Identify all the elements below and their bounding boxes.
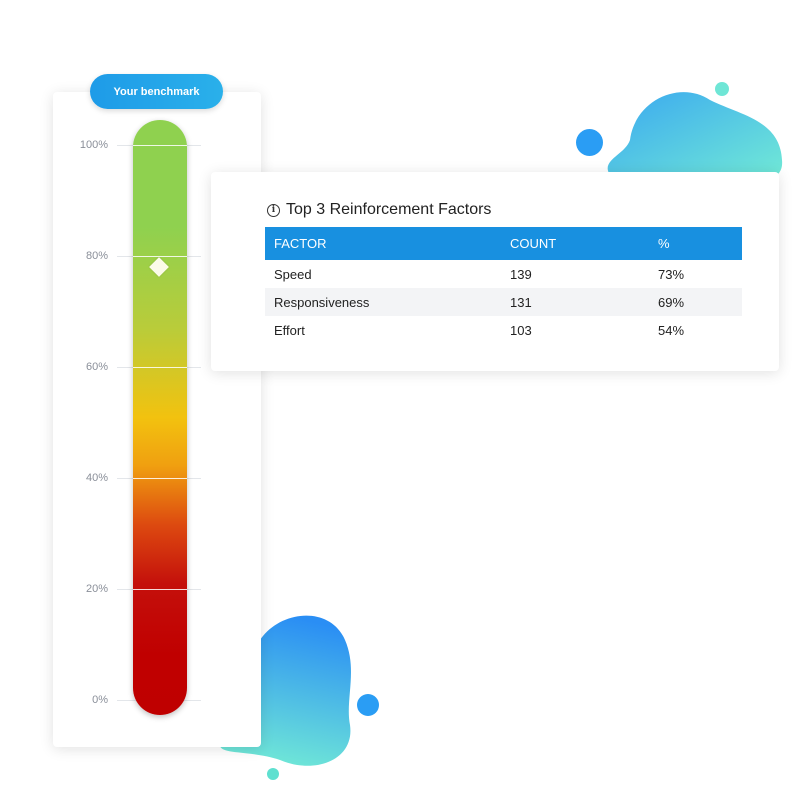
table-header-row: FACTOR COUNT % [265,227,742,260]
benchmark-gauge-bar [133,120,187,715]
table-row: Speed 139 73% [265,260,742,288]
column-header-percent[interactable]: % [649,227,742,260]
column-header-count[interactable]: COUNT [501,227,649,260]
tick-label-40: 40% [85,472,108,484]
tick-label-60: 60% [85,361,108,373]
reinforcement-factors-table: FACTOR COUNT % Speed 139 73% Responsiven… [265,227,742,344]
teal-dot-top [715,82,729,96]
table-row: Responsiveness 131 69% [265,288,742,316]
percent-cell: 54% [658,322,685,338]
bar-line-20 [133,589,187,590]
table-row: Effort 103 54% [265,316,742,344]
factor-cell: Effort [274,322,305,338]
bar-line-60 [133,367,187,368]
bar-line-40 [133,478,187,479]
tick-label-20: 20% [85,583,108,595]
bar-line-80 [133,256,187,257]
column-header-factor[interactable]: FACTOR [265,227,501,260]
your-benchmark-badge: Your benchmark [90,74,223,109]
factor-cell: Speed [274,266,312,282]
count-cell: 131 [501,288,649,316]
count-cell: 139 [510,266,532,282]
table-title-text: Top 3 Reinforcement Factors [286,201,492,218]
bar-line-100 [133,145,187,146]
tick-label-100: 100% [79,139,108,151]
percent-cell: 73% [658,266,685,282]
info-icon[interactable]: i [267,203,280,217]
count-cell: 103 [510,322,532,338]
teal-dot-bottom [267,768,279,780]
tick-label-0: 0% [92,694,108,706]
factor-cell: Responsiveness [265,288,501,316]
percent-cell: 69% [649,288,742,316]
blue-dot-bottom [357,694,379,716]
table-title: i Top 3 Reinforcement Factors [267,200,491,220]
tick-label-80: 80% [85,250,108,262]
blue-dot-top [576,129,603,156]
